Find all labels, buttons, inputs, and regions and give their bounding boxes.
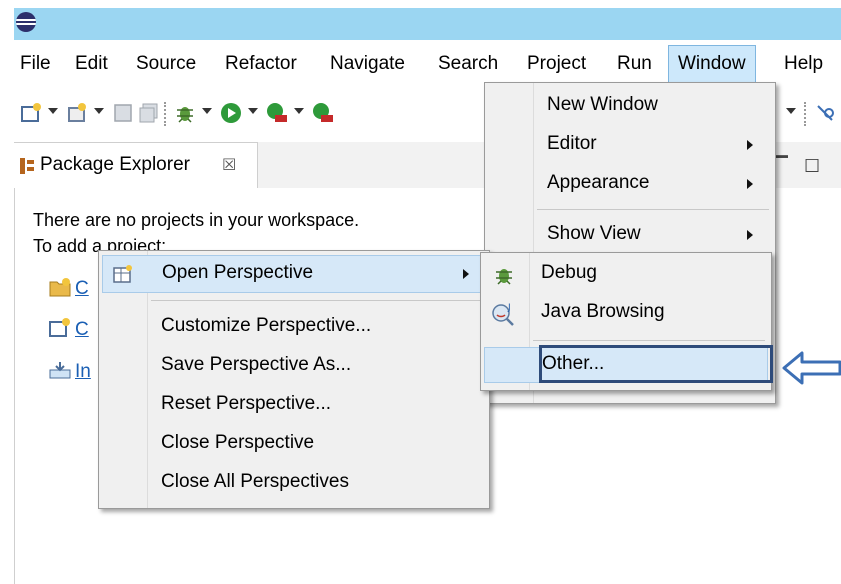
open-perspective-icon [113, 265, 132, 283]
submenu-arrow-icon [747, 230, 753, 240]
tab-package-explorer[interactable]: Package Explorer ☒ [14, 142, 258, 188]
open-projects-folder-icon [49, 278, 71, 297]
menu-item-java-browsing[interactable]: J Java Browsing [481, 295, 771, 333]
menu-refactor[interactable]: Refactor [219, 45, 303, 83]
import-icon [49, 362, 71, 379]
menu-navigate[interactable]: Navigate [324, 45, 411, 83]
menu-item-debug[interactable]: Debug [481, 256, 771, 294]
menu-source[interactable]: Source [130, 45, 202, 83]
run-icon[interactable] [220, 102, 242, 124]
debug-dropdown-icon[interactable] [202, 108, 212, 114]
submenu-arrow-icon [747, 140, 753, 150]
import-projects-link[interactable]: In [75, 361, 91, 383]
new-type-icon[interactable] [66, 102, 88, 124]
minimize-view-icon[interactable]: ▔ [774, 156, 788, 177]
svg-text:J: J [507, 303, 511, 313]
menu-separator [533, 340, 765, 341]
callout-arrow-icon [782, 351, 841, 385]
menu-item-appearance[interactable]: Appearance [485, 165, 775, 203]
menu-item-open-perspective[interactable]: Open Perspective [102, 255, 486, 293]
java-browsing-icon: J [492, 303, 514, 326]
coverage-dropdown-icon[interactable] [294, 108, 304, 114]
bug-icon [496, 269, 512, 285]
menu-edit[interactable]: Edit [69, 45, 114, 83]
menu-project[interactable]: Project [521, 45, 592, 83]
menu-item-label: Other... [542, 353, 605, 374]
debug-icon[interactable] [174, 102, 196, 124]
menu-help[interactable]: Help [778, 45, 829, 83]
menu-item-new-window[interactable]: New Window [485, 87, 775, 125]
create-project-link[interactable]: C [75, 319, 89, 341]
menu-separator [151, 300, 483, 301]
menu-file[interactable]: File [14, 45, 57, 83]
toolbar-overflow-dropdown-icon[interactable] [786, 108, 796, 114]
menu-item-customize-perspective[interactable]: Customize Perspective... [99, 308, 489, 346]
menu-item-label: Reset Perspective... [161, 393, 332, 414]
title-bar [14, 8, 841, 40]
close-icon[interactable]: ☒ [222, 155, 236, 175]
menu-item-label: Close All Perspectives [161, 471, 349, 492]
toolbar-separator [164, 102, 168, 126]
submenu-arrow-icon [747, 179, 753, 189]
menu-item-close-perspective[interactable]: Close Perspective [99, 425, 489, 463]
menu-run[interactable]: Run [611, 45, 658, 83]
menu-window[interactable]: Window [668, 45, 756, 83]
save-icon[interactable] [112, 102, 134, 124]
toolbar-separator [804, 102, 808, 126]
perspective-submenu: Open Perspective Customize Perspective..… [98, 250, 490, 509]
external-tools-icon[interactable] [312, 102, 334, 124]
menu-item-save-perspective-as[interactable]: Save Perspective As... [99, 347, 489, 385]
menu-item-editor[interactable]: Editor [485, 126, 775, 164]
coverage-icon[interactable] [266, 102, 288, 124]
submenu-arrow-icon [463, 269, 469, 279]
create-java-project-link[interactable]: C [75, 278, 89, 300]
tab-label: Package Explorer [40, 154, 190, 175]
menu-item-label: Save Perspective As... [161, 354, 352, 375]
menu-item-label: Show View [547, 223, 641, 244]
package-explorer-icon [20, 158, 34, 174]
menu-item-close-all-perspectives[interactable]: Close All Perspectives [99, 464, 489, 502]
new-dropdown-icon[interactable] [48, 108, 58, 114]
menu-item-other[interactable]: Other... [484, 345, 773, 383]
menu-item-label: Debug [541, 262, 597, 283]
menu-item-reset-perspective[interactable]: Reset Perspective... [99, 386, 489, 424]
run-dropdown-icon[interactable] [248, 108, 258, 114]
menu-item-label: Customize Perspective... [161, 315, 372, 336]
new-project-icon [49, 318, 70, 337]
open-perspective-submenu: Debug J Java Browsing Other... [480, 252, 773, 391]
menu-separator [537, 209, 769, 210]
menu-search[interactable]: Search [432, 45, 504, 83]
menu-item-label: New Window [547, 94, 658, 115]
menu-item-show-view[interactable]: Show View [485, 216, 775, 254]
save-all-icon[interactable] [138, 102, 160, 124]
menu-item-label: Java Browsing [541, 301, 665, 322]
menu-bar: File Edit Source Refactor Navigate Searc… [14, 40, 841, 88]
eclipse-logo-icon [16, 12, 36, 32]
menu-item-label: Editor [547, 133, 597, 154]
menu-item-label: Open Perspective [162, 262, 314, 283]
menu-item-label: Appearance [547, 172, 650, 193]
new-icon[interactable] [20, 102, 42, 124]
pin-icon[interactable] [814, 102, 836, 124]
menu-item-label: Close Perspective [161, 432, 315, 453]
maximize-view-icon[interactable]: ☐ [804, 156, 820, 177]
new-type-dropdown-icon[interactable] [94, 108, 104, 114]
empty-workspace-message: There are no projects in your workspace. [33, 210, 360, 230]
